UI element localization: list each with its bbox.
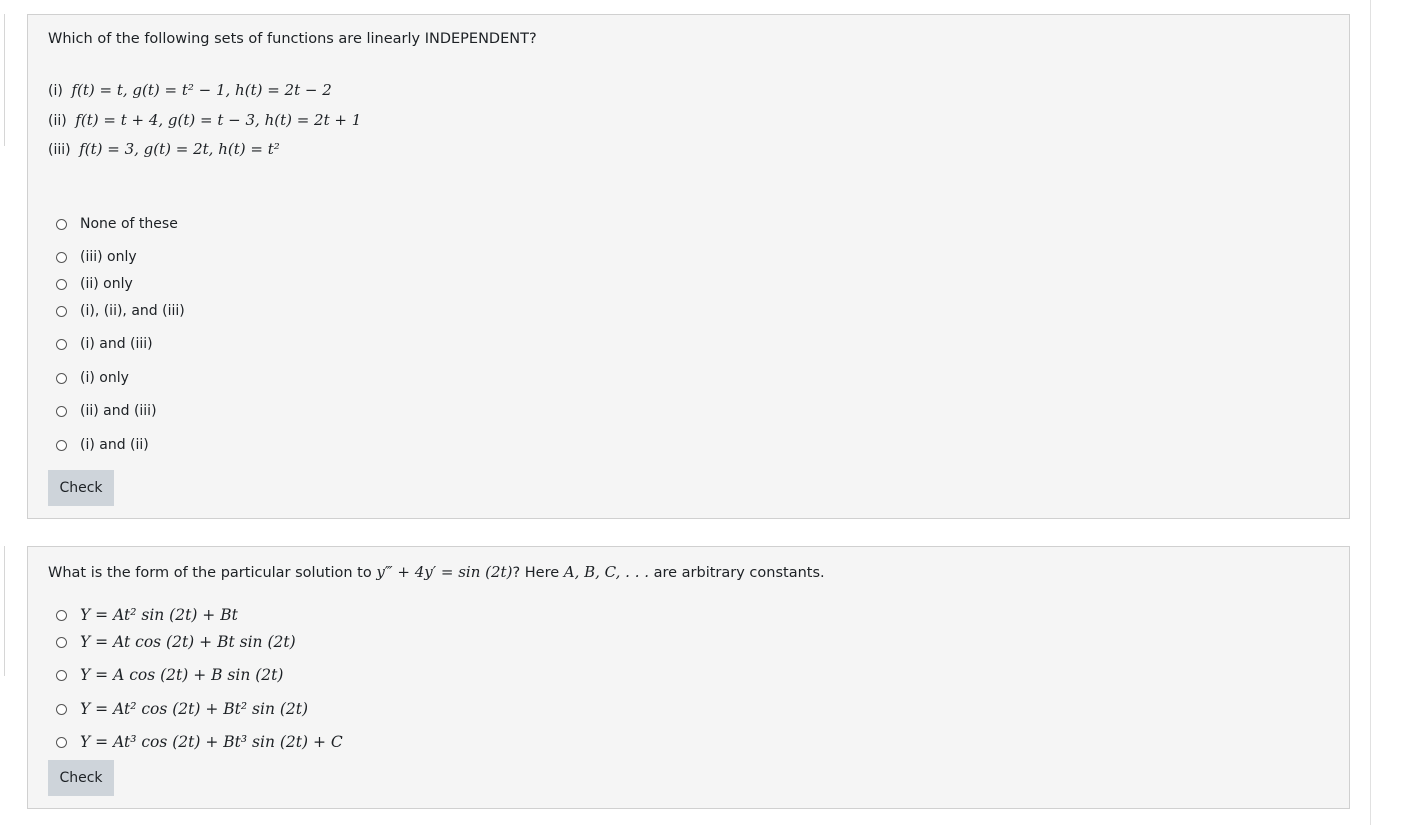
check-button[interactable]: Check bbox=[48, 760, 114, 796]
answer-option-ii-and-iii[interactable]: (ii) and (iii) bbox=[56, 400, 157, 422]
set-expression: f(t) = t + 4, g(t) = t − 3, h(t) = 2t + … bbox=[75, 110, 362, 129]
differential-equation: y‴ + 4y′ = sin (2t) bbox=[376, 563, 513, 581]
radio-button[interactable] bbox=[56, 669, 67, 681]
radio-button[interactable] bbox=[56, 636, 67, 648]
answer-option-label: Y = At² sin (2t) + Bt bbox=[80, 606, 238, 624]
radio-button[interactable] bbox=[56, 218, 67, 230]
radio-button[interactable] bbox=[56, 251, 67, 263]
question-2-prompt: What is the form of the particular solut… bbox=[48, 563, 825, 581]
answer-option-iii-only[interactable]: (iii) only bbox=[56, 246, 137, 268]
radio-button[interactable] bbox=[56, 703, 67, 715]
radio-button[interactable] bbox=[56, 305, 67, 317]
answer-option-all[interactable]: (i), (ii), and (iii) bbox=[56, 300, 185, 322]
answer-option-label: Y = At² cos (2t) + Bt² sin (2t) bbox=[80, 700, 309, 718]
radio-button[interactable] bbox=[56, 609, 67, 621]
question-card-1: Which of the following sets of functions… bbox=[27, 14, 1350, 519]
answer-option-4[interactable]: Y = At² cos (2t) + Bt² sin (2t) bbox=[56, 698, 308, 720]
answer-option-label: Y = At cos (2t) + Bt sin (2t) bbox=[80, 633, 296, 651]
prompt-text: are arbitrary constants. bbox=[649, 565, 825, 581]
answer-option-label: (iii) only bbox=[80, 249, 137, 265]
function-set-i: (i) f(t) = t, g(t) = t² − 1, h(t) = 2t −… bbox=[48, 81, 361, 111]
function-set-ii: (ii) f(t) = t + 4, g(t) = t − 3, h(t) = … bbox=[48, 111, 361, 141]
answer-option-label: Y = At³ cos (2t) + Bt³ sin (2t) + C bbox=[80, 733, 343, 751]
function-set-iii: (iii) f(t) = 3, g(t) = 2t, h(t) = t² bbox=[48, 140, 361, 170]
radio-button[interactable] bbox=[56, 338, 67, 350]
previous-card-edge bbox=[0, 546, 5, 676]
answer-option-label: (i) and (ii) bbox=[80, 437, 149, 453]
set-tag: (i) bbox=[48, 83, 63, 99]
question-1-prompt: Which of the following sets of functions… bbox=[48, 31, 537, 47]
answer-option-label: (ii) and (iii) bbox=[80, 403, 157, 419]
answer-option-i-only[interactable]: (i) only bbox=[56, 367, 129, 389]
check-button[interactable]: Check bbox=[48, 470, 114, 506]
answer-option-label: (i) and (iii) bbox=[80, 336, 153, 352]
content-divider bbox=[1370, 0, 1371, 825]
answer-option-2[interactable]: Y = At cos (2t) + Bt sin (2t) bbox=[56, 631, 296, 653]
answer-option-ii-only[interactable]: (ii) only bbox=[56, 273, 133, 295]
answer-option-5[interactable]: Y = At³ cos (2t) + Bt³ sin (2t) + C bbox=[56, 731, 343, 753]
answer-option-label: None of these bbox=[80, 216, 178, 232]
radio-button[interactable] bbox=[56, 439, 67, 451]
answer-option-i-and-ii[interactable]: (i) and (ii) bbox=[56, 434, 149, 456]
constants-list: A, B, C, . . . bbox=[563, 563, 649, 581]
answer-option-3[interactable]: Y = A cos (2t) + B sin (2t) bbox=[56, 664, 283, 686]
set-expression: f(t) = 3, g(t) = 2t, h(t) = t² bbox=[79, 140, 280, 158]
question-card-2: What is the form of the particular solut… bbox=[27, 546, 1350, 809]
radio-button[interactable] bbox=[56, 405, 67, 417]
answer-option-label: Y = A cos (2t) + B sin (2t) bbox=[80, 666, 284, 684]
prompt-text: What is the form of the particular solut… bbox=[48, 565, 377, 581]
answer-option-label: (i), (ii), and (iii) bbox=[80, 303, 185, 319]
radio-button[interactable] bbox=[56, 372, 67, 384]
previous-card-edge bbox=[0, 14, 5, 146]
answer-option-i-and-iii[interactable]: (i) and (iii) bbox=[56, 333, 153, 355]
radio-button[interactable] bbox=[56, 278, 67, 290]
set-expression: f(t) = t, g(t) = t² − 1, h(t) = 2t − 2 bbox=[71, 81, 332, 99]
set-tag: (ii) bbox=[48, 112, 67, 129]
prompt-text: ? Here bbox=[512, 565, 564, 581]
answer-option-none[interactable]: None of these bbox=[56, 213, 178, 235]
answer-option-label: (i) only bbox=[80, 370, 129, 386]
radio-button[interactable] bbox=[56, 736, 67, 748]
answer-option-1[interactable]: Y = At² sin (2t) + Bt bbox=[56, 604, 238, 626]
function-sets-list: (i) f(t) = t, g(t) = t² − 1, h(t) = 2t −… bbox=[48, 81, 361, 170]
answer-option-label: (ii) only bbox=[80, 276, 133, 292]
set-tag: (iii) bbox=[48, 142, 71, 158]
